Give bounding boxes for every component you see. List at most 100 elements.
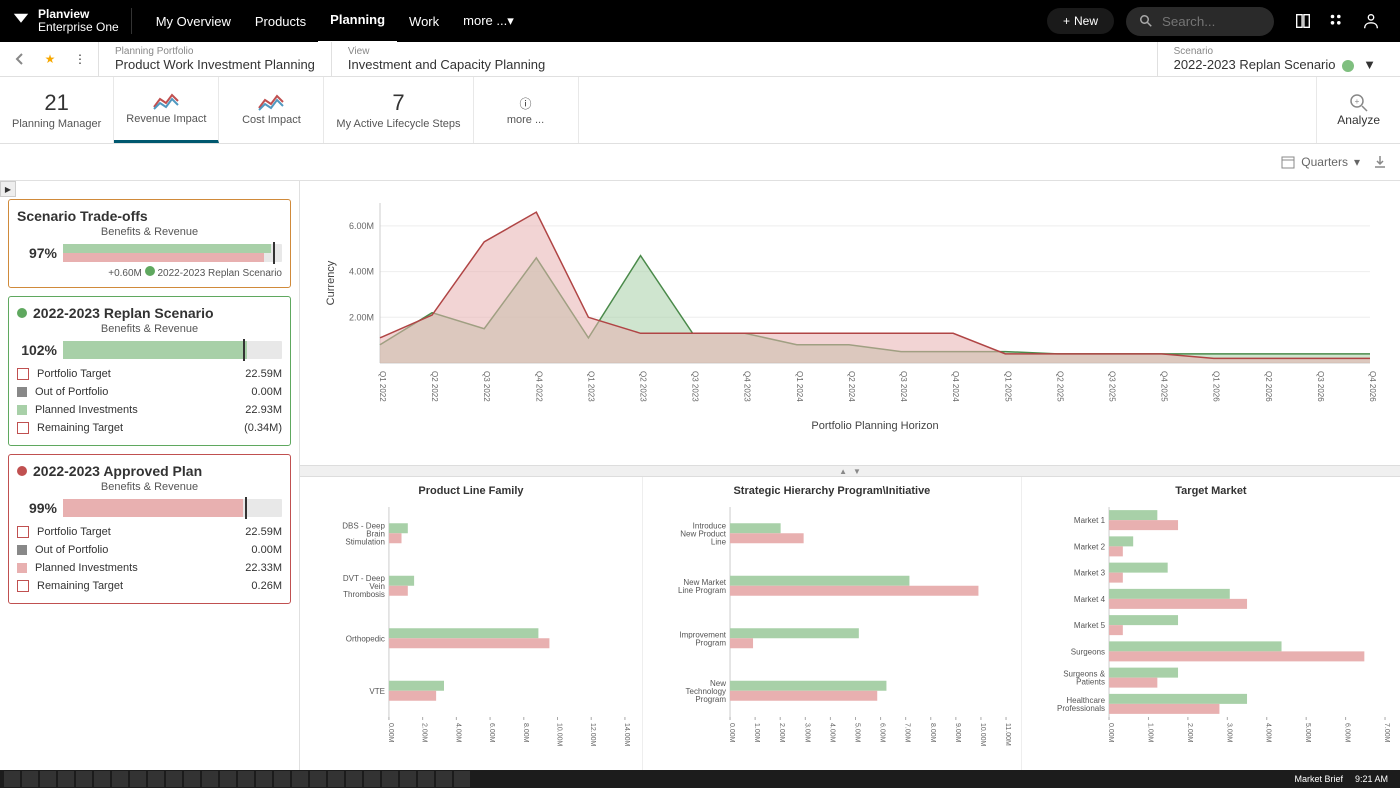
more-actions-icon[interactable]: ⋮ (68, 47, 92, 71)
portfolio-label: Planning Portfolio (115, 46, 315, 57)
chart-target-market[interactable]: Target Market Market 1Market 2Market 3Ma… (1022, 477, 1400, 788)
taskbar-app-icon[interactable] (220, 771, 236, 787)
card-percent: 97% (17, 245, 57, 261)
nav-planning[interactable]: Planning (318, 0, 397, 44)
svg-text:Q2 2023: Q2 2023 (639, 371, 648, 402)
tab-more[interactable]: ⓘ more ... (474, 77, 579, 143)
svg-text:Portfolio Planning Horizon: Portfolio Planning Horizon (811, 420, 938, 432)
progress-bar (63, 341, 282, 359)
taskbar-app-icon[interactable] (166, 771, 182, 787)
info-icon: ⓘ (520, 95, 532, 112)
progress-bar (63, 244, 282, 262)
planview-logo-icon (12, 12, 30, 30)
taskbar-app-icon[interactable] (454, 771, 470, 787)
svg-text:Market 3: Market 3 (1074, 569, 1106, 578)
status-dot (145, 266, 155, 276)
taskbar-app-icon[interactable] (364, 771, 380, 787)
tab-lifecycle-steps[interactable]: 7 My Active Lifecycle Steps (324, 77, 473, 143)
taskbar-app-icon[interactable] (310, 771, 326, 787)
taskbar-app-icon[interactable] (328, 771, 344, 787)
search-box[interactable] (1126, 7, 1274, 36)
new-button[interactable]: +New (1047, 8, 1114, 34)
taskbar-app-icon[interactable] (58, 771, 74, 787)
svg-text:Market 1: Market 1 (1074, 516, 1106, 525)
user-icon[interactable] (1360, 10, 1382, 32)
progress-bar (63, 499, 282, 517)
scenario-crumb[interactable]: Scenario 2022-2023 Replan Scenario ▼ (1157, 42, 1392, 76)
back-button[interactable] (8, 47, 32, 71)
tab-cost-impact[interactable]: Cost Impact (219, 77, 324, 143)
timescale-selector[interactable]: Quarters ▾ (1281, 155, 1360, 169)
chart-strategic-hierarchy[interactable]: Strategic Hierarchy Program\Initiative I… (643, 477, 1022, 788)
pane-splitter[interactable]: ▲▼ (300, 465, 1400, 477)
nav-work[interactable]: Work (397, 0, 451, 42)
taskbar-app-icon[interactable] (40, 771, 56, 787)
taskbar-app-icon[interactable] (346, 771, 362, 787)
start-icon[interactable] (4, 771, 20, 787)
apps-icon[interactable] (1326, 10, 1348, 32)
svg-text:VTE: VTE (369, 687, 385, 696)
nav-products[interactable]: Products (243, 0, 318, 42)
primary-nav: My Overview Products Planning Work more … (144, 0, 526, 44)
nav-my-overview[interactable]: My Overview (144, 0, 243, 42)
sidebar-collapse-handle[interactable]: ▶ (0, 181, 16, 197)
taskbar-app-icon[interactable] (274, 771, 290, 787)
svg-text:Patients: Patients (1076, 678, 1105, 687)
svg-text:3.00M: 3.00M (803, 723, 810, 743)
svg-text:Surgeons: Surgeons (1071, 647, 1105, 656)
metric-row: Planned Investments22.33M (17, 559, 282, 577)
portfolio-crumb[interactable]: Planning Portfolio Product Work Investme… (98, 42, 331, 76)
view-label: View (348, 46, 545, 57)
svg-text:2.00M: 2.00M (778, 723, 785, 743)
svg-text:Q2 2022: Q2 2022 (430, 371, 439, 402)
taskbar-app-icon[interactable] (436, 771, 452, 787)
taskbar-app-icon[interactable] (202, 771, 218, 787)
taskbar-app-icon[interactable] (130, 771, 146, 787)
scenario-value: 2022-2023 Replan Scenario (1174, 57, 1336, 72)
svg-text:1.00M: 1.00M (1146, 723, 1153, 743)
svg-text:Stimulation: Stimulation (345, 537, 385, 546)
taskbar-app-icon[interactable] (22, 771, 38, 787)
tab-planning-manager[interactable]: 21 Planning Manager (0, 77, 114, 143)
svg-text:9.00M: 9.00M (954, 723, 961, 743)
card-tradeoffs[interactable]: Scenario Trade-offs Benefits & Revenue 9… (8, 199, 291, 288)
windows-taskbar[interactable]: Market Brief 9:21 AM (0, 770, 1400, 788)
analyze-button[interactable]: + Analyze (1316, 77, 1400, 143)
svg-text:0.00M: 0.00M (728, 723, 735, 743)
tab-count: 7 (392, 90, 404, 116)
taskbar-clock[interactable]: 9:21 AM (1355, 774, 1388, 784)
taskbar-app-icon[interactable] (400, 771, 416, 787)
taskbar-app-icon[interactable] (238, 771, 254, 787)
app-logo[interactable]: PlanviewEnterprise One (12, 8, 132, 34)
taskbar-app-icon[interactable] (382, 771, 398, 787)
taskbar-app-icon[interactable] (148, 771, 164, 787)
metrics-list: Portfolio Target22.59MOut of Portfolio0.… (17, 365, 282, 437)
svg-text:Q4 2025: Q4 2025 (1160, 371, 1169, 402)
view-crumb[interactable]: View Investment and Capacity Planning (331, 42, 561, 76)
svg-text:Market 2: Market 2 (1074, 542, 1106, 551)
taskbar-label[interactable]: Market Brief (1294, 774, 1343, 784)
nav-more[interactable]: more ...▾ (451, 0, 526, 42)
taskbar-app-icon[interactable] (76, 771, 92, 787)
taskbar-app-icon[interactable] (418, 771, 434, 787)
taskbar-app-icon[interactable] (112, 771, 128, 787)
svg-text:4.00M: 4.00M (1265, 723, 1272, 743)
tab-revenue-impact[interactable]: Revenue Impact (114, 77, 219, 143)
chart-product-line[interactable]: Product Line Family DBS - DeepBrainStimu… (300, 477, 643, 788)
svg-text:6.00M: 6.00M (878, 723, 885, 743)
search-input[interactable] (1160, 13, 1254, 30)
taskbar-app-icon[interactable] (184, 771, 200, 787)
svg-text:Q3 2022: Q3 2022 (482, 371, 491, 402)
card-percent: 102% (17, 342, 57, 358)
chevron-down-icon[interactable]: ▼ (1363, 57, 1376, 72)
horizon-chart[interactable]: 2.00M4.00M6.00MQ1 2022Q2 2022Q3 2022Q4 2… (300, 181, 1400, 465)
book-icon[interactable] (1292, 10, 1314, 32)
card-approved-plan[interactable]: 2022-2023 Approved Plan Benefits & Reven… (8, 454, 291, 604)
favorite-star-icon[interactable]: ★ (38, 47, 62, 71)
card-replan-scenario[interactable]: 2022-2023 Replan Scenario Benefits & Rev… (8, 296, 291, 446)
svg-text:Market 4: Market 4 (1074, 595, 1106, 604)
taskbar-app-icon[interactable] (292, 771, 308, 787)
taskbar-app-icon[interactable] (94, 771, 110, 787)
taskbar-app-icon[interactable] (256, 771, 272, 787)
download-icon[interactable] (1372, 154, 1388, 170)
